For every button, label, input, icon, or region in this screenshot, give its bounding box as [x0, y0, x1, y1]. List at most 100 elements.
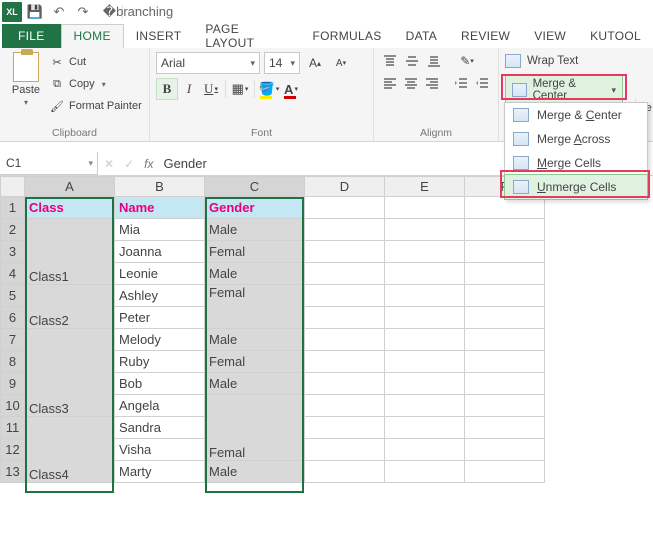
cell[interactable] [305, 417, 385, 439]
row-header[interactable]: 8 [1, 351, 25, 373]
cell[interactable]: Class [25, 197, 115, 219]
cell[interactable] [385, 439, 465, 461]
align-top-icon[interactable] [380, 52, 400, 70]
cell-merged[interactable]: Class2 [25, 285, 115, 329]
increase-indent-icon[interactable] [473, 74, 492, 92]
decrease-indent-icon[interactable] [452, 74, 471, 92]
cell[interactable] [385, 329, 465, 351]
cell[interactable]: Ruby [115, 351, 205, 373]
cell[interactable] [465, 219, 545, 241]
fill-color-button[interactable]: 🪣▾ [258, 78, 280, 100]
name-box[interactable]: C1▾ [0, 152, 98, 175]
cell[interactable] [305, 351, 385, 373]
undo-icon[interactable]: ↶ [48, 2, 70, 22]
tab-formulas[interactable]: FORMULAS [301, 24, 394, 48]
cell[interactable] [385, 417, 465, 439]
cell[interactable] [385, 373, 465, 395]
col-header-D[interactable]: D [305, 177, 385, 197]
tab-file[interactable]: FILE [2, 24, 61, 48]
cell[interactable] [385, 219, 465, 241]
menu-merge-center[interactable]: Merge & Center [505, 103, 647, 127]
cell[interactable] [305, 373, 385, 395]
cell[interactable]: Marty [115, 461, 205, 483]
tab-home[interactable]: HOME [61, 24, 124, 48]
font-size-combo[interactable]: 14▾ [264, 52, 300, 74]
borders-button[interactable]: ▦▾ [229, 78, 251, 100]
col-header-B[interactable]: B [115, 177, 205, 197]
row-header[interactable]: 9 [1, 373, 25, 395]
cell[interactable] [465, 329, 545, 351]
row-header[interactable]: 1 [1, 197, 25, 219]
copy-button[interactable]: ⧉Copy▾ [50, 74, 142, 94]
cell[interactable]: Male [205, 219, 305, 241]
tab-review[interactable]: REVIEW [449, 24, 522, 48]
cell[interactable]: Name [115, 197, 205, 219]
cell[interactable]: Joanna [115, 241, 205, 263]
cell[interactable] [465, 417, 545, 439]
font-color-button[interactable]: A▾ [280, 78, 302, 100]
cell[interactable]: Bob [115, 373, 205, 395]
cell[interactable]: Femal [205, 351, 305, 373]
increase-font-icon[interactable]: A▴ [304, 52, 326, 74]
format-painter-button[interactable]: 🖌Format Painter [50, 96, 142, 116]
menu-merge-cells[interactable]: Merge Cells [505, 151, 647, 175]
cell[interactable] [465, 307, 545, 329]
row-header[interactable]: 2 [1, 219, 25, 241]
cell[interactable]: Male [205, 461, 305, 483]
row-header[interactable]: 13 [1, 461, 25, 483]
cell[interactable] [465, 373, 545, 395]
cell-merged[interactable]: Class1 [25, 219, 115, 285]
orientation-icon[interactable]: ✎▾ [454, 52, 480, 70]
row-header[interactable]: 4 [1, 263, 25, 285]
cell[interactable]: Mia [115, 219, 205, 241]
align-bottom-icon[interactable] [424, 52, 444, 70]
italic-button[interactable]: I [178, 78, 200, 100]
cell[interactable] [305, 395, 385, 417]
decrease-font-icon[interactable]: A▾ [330, 52, 352, 74]
row-header[interactable]: 12 [1, 439, 25, 461]
cell[interactable]: Male [205, 373, 305, 395]
cell[interactable]: Sandra [115, 417, 205, 439]
worksheet-grid[interactable]: A B C D E F 1 Class Name Gender 2 Class1… [0, 176, 653, 483]
cell[interactable] [465, 439, 545, 461]
col-header-C[interactable]: C [205, 177, 305, 197]
cell[interactable] [465, 241, 545, 263]
cell-merged[interactable]: Class3 [25, 329, 115, 417]
row-header[interactable]: 6 [1, 307, 25, 329]
font-name-combo[interactable]: Arial▾ [156, 52, 260, 74]
cell[interactable] [305, 241, 385, 263]
align-left-icon[interactable] [380, 74, 399, 92]
menu-unmerge-cells[interactable]: Unmerge Cells [504, 174, 648, 200]
enter-icon[interactable]: ✓ [124, 157, 134, 171]
tab-data[interactable]: DATA [394, 24, 449, 48]
menu-merge-across[interactable]: Merge Across [505, 127, 647, 151]
cell[interactable] [385, 307, 465, 329]
tab-view[interactable]: VIEW [522, 24, 578, 48]
cell[interactable] [305, 263, 385, 285]
cell[interactable] [465, 285, 545, 307]
cell[interactable]: Leonie [115, 263, 205, 285]
cancel-icon[interactable]: ✕ [104, 157, 114, 171]
cell-merged[interactable]: Class4 [25, 417, 115, 483]
cell[interactable] [305, 461, 385, 483]
kutools-qat-icon[interactable]: �branching [127, 2, 149, 22]
cell[interactable] [385, 197, 465, 219]
cell[interactable] [385, 395, 465, 417]
cell[interactable] [465, 395, 545, 417]
cell[interactable]: Ashley [115, 285, 205, 307]
cell[interactable] [465, 461, 545, 483]
cell[interactable] [385, 351, 465, 373]
cell[interactable] [305, 197, 385, 219]
tab-kutools[interactable]: KUTOOL [578, 24, 653, 48]
cell[interactable] [305, 285, 385, 307]
cell-merged[interactable]: Femal [205, 395, 305, 461]
fx-icon[interactable]: fx [144, 157, 153, 171]
row-header[interactable]: 5 [1, 285, 25, 307]
row-header[interactable]: 11 [1, 417, 25, 439]
row-header[interactable]: 10 [1, 395, 25, 417]
save-icon[interactable]: 💾 [24, 2, 46, 22]
cell[interactable] [305, 439, 385, 461]
tab-insert[interactable]: INSERT [124, 24, 194, 48]
cell[interactable]: Male [205, 329, 305, 351]
cell[interactable] [385, 285, 465, 307]
